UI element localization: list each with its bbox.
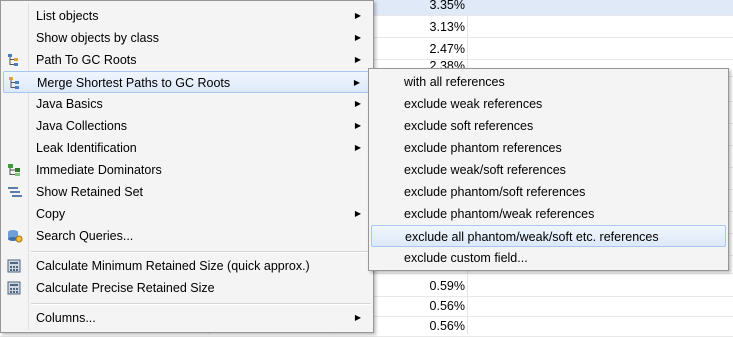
menu-item-columns[interactable]: Columns... ▶ bbox=[3, 307, 371, 329]
submenu-arrow-icon: ▶ bbox=[354, 99, 361, 108]
menu-item-label: Leak Identification bbox=[36, 141, 137, 155]
retained-set-icon bbox=[7, 185, 23, 199]
menu-item-label: Calculate Precise Retained Size bbox=[36, 281, 215, 295]
gc-path-icon bbox=[7, 53, 23, 67]
submenu-item-label: exclude phantom/soft references bbox=[404, 185, 586, 199]
menu-separator bbox=[31, 303, 371, 305]
submenu-arrow-icon: ▶ bbox=[354, 313, 361, 322]
submenu-arrow-icon: ▶ bbox=[354, 55, 361, 64]
menu-item-copy[interactable]: Copy ▶ bbox=[3, 203, 371, 225]
submenu-item-label: exclude weak/soft references bbox=[404, 163, 566, 177]
submenu-item-exclude-custom-field[interactable]: exclude custom field... bbox=[371, 247, 726, 269]
percent-cell: 0.56% bbox=[429, 299, 465, 313]
menu-separator bbox=[31, 251, 371, 253]
submenu-arrow-icon: ▶ bbox=[353, 78, 360, 87]
menu-item-show-retained-set[interactable]: Show Retained Set bbox=[3, 181, 371, 203]
menu-item-label: Path To GC Roots bbox=[36, 53, 137, 67]
submenu-arrow-icon: ▶ bbox=[354, 143, 361, 152]
menu-item-search-queries[interactable]: Search Queries... bbox=[3, 225, 371, 247]
submenu-item-exclude-weak-soft[interactable]: exclude weak/soft references bbox=[371, 159, 726, 181]
submenu-item-exclude-all[interactable]: exclude all phantom/weak/soft etc. refer… bbox=[371, 225, 726, 247]
submenu-item-label: exclude weak references bbox=[404, 97, 543, 111]
menu-item-label: Calculate Minimum Retained Size (quick a… bbox=[36, 259, 310, 273]
submenu-item-exclude-phantom-soft[interactable]: exclude phantom/soft references bbox=[371, 181, 726, 203]
menu-item-calc-precise-retained-size[interactable]: Calculate Precise Retained Size bbox=[3, 277, 371, 299]
menu-item-label: Show Retained Set bbox=[36, 185, 144, 199]
menu-item-label: Search Queries... bbox=[36, 229, 134, 243]
menu-item-java-collections[interactable]: Java Collections ▶ bbox=[3, 115, 371, 137]
menu-item-label: List objects bbox=[36, 9, 99, 23]
submenu-arrow-icon: ▶ bbox=[354, 209, 361, 218]
merge-paths-submenu: with all references exclude weak referen… bbox=[368, 68, 729, 271]
menu-item-immediate-dominators[interactable]: Immediate Dominators bbox=[3, 159, 371, 181]
menu-item-label: Immediate Dominators bbox=[36, 163, 162, 177]
submenu-item-exclude-phantom-weak[interactable]: exclude phantom/weak references bbox=[371, 203, 726, 225]
percent-cell: 3.13% bbox=[429, 20, 465, 34]
submenu-arrow-icon: ▶ bbox=[354, 11, 361, 20]
submenu-item-label: exclude soft references bbox=[404, 119, 534, 133]
menu-item-leak-identification[interactable]: Leak Identification ▶ bbox=[3, 137, 371, 159]
context-menu: List objects ▶ Show objects by class ▶ P… bbox=[0, 0, 374, 333]
submenu-item-label: exclude custom field... bbox=[404, 251, 528, 265]
menu-item-label: Show objects by class bbox=[36, 31, 159, 45]
menu-item-path-to-gc-roots[interactable]: Path To GC Roots ▶ bbox=[3, 49, 371, 71]
submenu-arrow-icon: ▶ bbox=[354, 33, 361, 42]
menu-item-label: Merge Shortest Paths to GC Roots bbox=[37, 76, 231, 90]
submenu-arrow-icon: ▶ bbox=[354, 121, 361, 130]
menu-item-java-basics[interactable]: Java Basics ▶ bbox=[3, 93, 371, 115]
search-queries-icon bbox=[7, 229, 23, 243]
calculator-icon bbox=[7, 281, 23, 295]
menu-item-label: Columns... bbox=[36, 311, 96, 325]
submenu-item-exclude-weak[interactable]: exclude weak references bbox=[371, 93, 726, 115]
submenu-item-label: with all references bbox=[404, 75, 505, 89]
submenu-item-label: exclude phantom/weak references bbox=[404, 207, 595, 221]
calculator-icon bbox=[7, 259, 23, 273]
percent-cell: 0.59% bbox=[429, 279, 465, 293]
menu-item-merge-shortest-paths[interactable]: Merge Shortest Paths to GC Roots ▶ bbox=[3, 71, 371, 93]
menu-item-list-objects[interactable]: List objects ▶ bbox=[3, 5, 371, 27]
menu-item-label: Java Collections bbox=[36, 119, 128, 133]
menu-item-show-objects-by-class[interactable]: Show objects by class ▶ bbox=[3, 27, 371, 49]
percent-cell: 3.35% bbox=[429, 0, 465, 12]
dominators-icon bbox=[7, 163, 23, 177]
submenu-item-exclude-phantom[interactable]: exclude phantom references bbox=[371, 137, 726, 159]
submenu-item-exclude-soft[interactable]: exclude soft references bbox=[371, 115, 726, 137]
merge-paths-icon bbox=[8, 76, 24, 90]
submenu-item-with-all-references[interactable]: with all references bbox=[371, 71, 726, 93]
submenu-item-label: exclude all phantom/weak/soft etc. refer… bbox=[405, 230, 659, 244]
menu-item-label: Java Basics bbox=[36, 97, 103, 111]
menu-item-calc-min-retained-size[interactable]: Calculate Minimum Retained Size (quick a… bbox=[3, 255, 371, 277]
menu-item-label: Copy bbox=[36, 207, 66, 221]
submenu-item-label: exclude phantom references bbox=[404, 141, 562, 155]
